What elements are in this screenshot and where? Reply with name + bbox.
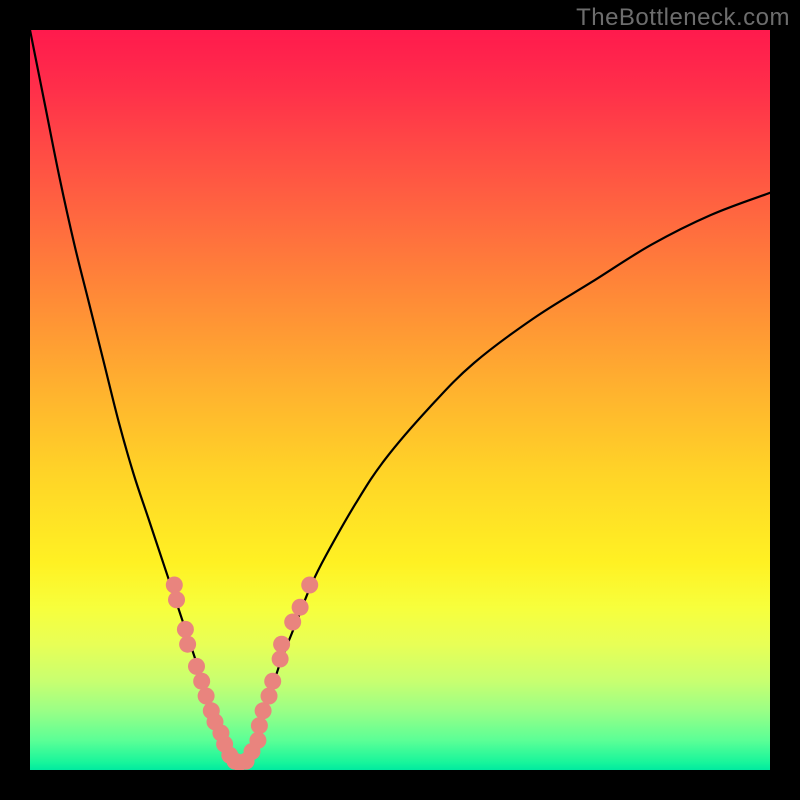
scatter-point [193, 673, 210, 690]
plot-area [30, 30, 770, 770]
scatter-point [168, 591, 185, 608]
bottleneck-chart: TheBottleneck.com [0, 0, 800, 800]
scatter-point [198, 688, 215, 705]
right-curve [245, 193, 770, 763]
scatter-point [273, 636, 290, 653]
scatter-point [292, 599, 309, 616]
scatter-point [284, 614, 301, 631]
scatter-point [264, 673, 281, 690]
scatter-point [166, 577, 183, 594]
left-curve [30, 30, 237, 763]
scatter-point [301, 577, 318, 594]
scatter-point [188, 658, 205, 675]
scatter-point [179, 636, 196, 653]
scatter-point [272, 651, 289, 668]
scatter-point [255, 702, 272, 719]
curves-svg [30, 30, 770, 770]
scatter-point [251, 717, 268, 734]
scatter-point [249, 732, 266, 749]
scatter-point [261, 688, 278, 705]
scatter-point [177, 621, 194, 638]
watermark-text: TheBottleneck.com [576, 4, 790, 32]
scatter-group [166, 577, 318, 771]
